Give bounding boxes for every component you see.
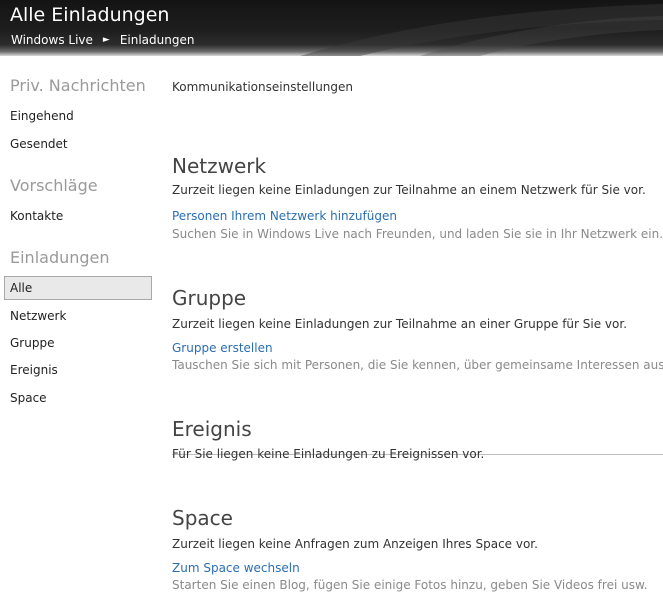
section-title-netzwerk: Netzwerk [172, 154, 267, 178]
sidebar-item-netzwerk[interactable]: Netzwerk [10, 309, 66, 323]
sidebar-heading-suggestions: Vorschläge [10, 176, 98, 195]
section-hint-space: Starten Sie einen Blog, fügen Sie einige… [172, 578, 648, 592]
sidebar-item-kontakte[interactable]: Kontakte [10, 209, 63, 223]
sidebar-item-gruppe[interactable]: Gruppe [10, 336, 54, 350]
sidebar-heading-invitations: Einladungen [10, 248, 110, 267]
create-group-link[interactable]: Gruppe erstellen [172, 341, 273, 355]
sidebar-item-ereignis[interactable]: Ereignis [10, 363, 58, 377]
section-title-gruppe: Gruppe [172, 286, 247, 310]
section-text-gruppe: Zurzeit liegen keine Einladungen zur Tei… [172, 317, 628, 331]
section-hint-netzwerk: Suchen Sie in Windows Live nach Freunden… [172, 227, 663, 241]
breadcrumb-root-link[interactable]: Windows Live [11, 33, 93, 47]
triangle-right-icon: ► [102, 35, 110, 45]
section-hint-gruppe: Tauschen Sie sich mit Personen, die Sie … [172, 358, 663, 372]
communication-settings-link[interactable]: Kommunikationseinstellungen [172, 80, 353, 94]
section-title-space: Space [172, 506, 233, 530]
sidebar-item-gesendet[interactable]: Gesendet [10, 137, 68, 151]
go-to-space-link[interactable]: Zum Space wechseln [172, 561, 300, 575]
header-bar: Alle Einladungen Windows Live ► Einladun… [0, 0, 663, 56]
section-title-ereignis: Ereignis [172, 417, 252, 441]
page-title: Alle Einladungen [10, 4, 170, 26]
sidebar-heading-messages: Priv. Nachrichten [10, 76, 146, 95]
section-text-space: Zurzeit liegen keine Anfragen zum Anzeig… [172, 537, 538, 551]
breadcrumb-current: Einladungen [119, 33, 195, 47]
breadcrumb: Windows Live ► Einladungen [11, 33, 194, 47]
section-text-netzwerk: Zurzeit liegen keine Einladungen zur Tei… [172, 183, 646, 197]
section-text-ereignis: Für Sie liegen keine Einladungen zu Erei… [172, 447, 485, 461]
sidebar-item-alle[interactable]: Alle [4, 276, 152, 300]
sidebar-item-space[interactable]: Space [10, 391, 47, 405]
sidebar-item-eingehend[interactable]: Eingehend [10, 109, 74, 123]
add-network-people-link[interactable]: Personen Ihrem Netzwerk hinzufügen [172, 209, 397, 223]
